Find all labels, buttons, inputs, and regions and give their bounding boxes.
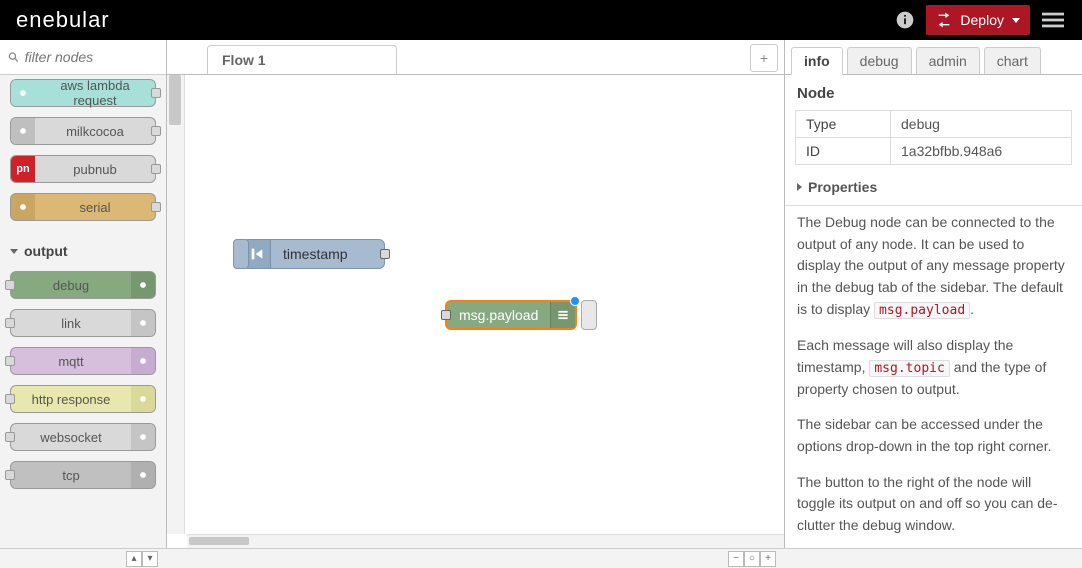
input-port[interactable] <box>441 310 451 320</box>
chevron-down-icon <box>10 249 18 254</box>
inject-button[interactable] <box>233 239 249 269</box>
palette-node-tcp[interactable]: tcp <box>10 461 156 489</box>
deploy-label: Deploy <box>960 12 1004 28</box>
node-type-icon <box>131 424 155 450</box>
status-bar: ▴ ▾ − ○ + <box>0 548 1082 568</box>
input-port[interactable] <box>5 356 15 366</box>
category-label: output <box>24 243 68 259</box>
filter-nodes-input[interactable] <box>25 49 158 65</box>
node-type-icon <box>131 272 155 298</box>
sidebar: infodebugadminchart Node Type debug ID 1… <box>784 40 1082 548</box>
node-label: msg.payload <box>447 307 550 323</box>
type-label: Type <box>796 111 891 138</box>
palette-node-http-response[interactable]: http response <box>10 385 156 413</box>
output-port[interactable] <box>151 202 161 212</box>
node-type-icon <box>131 386 155 412</box>
node-type-icon <box>131 348 155 374</box>
node-info-table: Type debug ID 1a32bfbb.948a6 <box>795 110 1072 165</box>
node-label: websocket <box>11 430 131 445</box>
id-value: 1a32bfbb.948a6 <box>891 138 1072 165</box>
deploy-icon <box>936 12 952 28</box>
node-label: aws lambda request <box>35 78 155 108</box>
palette-node-websocket[interactable]: websocket <box>10 423 156 451</box>
sidebar-tab-debug[interactable]: debug <box>847 47 912 74</box>
palette-toggle-up[interactable]: ▴ <box>126 551 142 567</box>
node-label: pubnub <box>35 162 155 177</box>
tab-flow-1[interactable]: Flow 1 <box>207 45 397 74</box>
table-row: ID 1a32bfbb.948a6 <box>796 138 1072 165</box>
workspace: Flow 1 + timestamp msg.payload <box>167 40 784 548</box>
node-type-icon <box>11 194 35 220</box>
node-label: http response <box>11 392 131 407</box>
properties-toggle[interactable]: Properties <box>785 175 1082 205</box>
node-label: link <box>11 316 131 331</box>
palette-node-debug[interactable]: debug <box>10 271 156 299</box>
node-label: mqtt <box>11 354 131 369</box>
debug-icon <box>550 302 575 328</box>
table-row: Type debug <box>796 111 1072 138</box>
input-port[interactable] <box>5 318 15 328</box>
canvas-v-scrollbar[interactable] <box>167 75 185 534</box>
flow-tabs: Flow 1 + <box>167 40 784 75</box>
input-port[interactable] <box>5 280 15 290</box>
flow-canvas[interactable]: timestamp msg.payload <box>187 75 784 534</box>
node-label: serial <box>35 200 155 215</box>
output-port[interactable] <box>151 88 161 98</box>
node-palette: aws lambda request milkcocoa pnpubnub seria… <box>0 40 167 548</box>
deploy-button[interactable]: Deploy <box>926 5 1030 35</box>
search-icon <box>8 51 19 63</box>
node-type-icon: pn <box>11 156 35 182</box>
debug-toggle-button[interactable] <box>581 300 597 330</box>
canvas-h-scrollbar[interactable] <box>187 534 784 548</box>
add-tab-button[interactable]: + <box>750 44 778 72</box>
sidebar-content[interactable]: Node Type debug ID 1a32bfbb.948a6 Proper… <box>785 75 1082 548</box>
palette-node-milkcocoa[interactable]: milkcocoa <box>10 117 156 145</box>
properties-label: Properties <box>808 179 877 195</box>
node-type-icon <box>11 118 35 144</box>
palette-node-pubnub[interactable]: pnpubnub <box>10 155 156 183</box>
input-port[interactable] <box>5 470 15 480</box>
node-label: milkcocoa <box>35 124 155 139</box>
zoom-reset-button[interactable]: ○ <box>744 551 760 567</box>
zoom-in-button[interactable]: + <box>760 551 776 567</box>
node-label: debug <box>11 278 131 293</box>
input-port[interactable] <box>5 394 15 404</box>
info-node-heading: Node <box>785 75 1082 110</box>
output-port[interactable] <box>151 164 161 174</box>
node-label: tcp <box>11 468 131 483</box>
chevron-down-icon <box>1012 18 1020 23</box>
node-type-icon <box>131 310 155 336</box>
node-debug-msgpayload[interactable]: msg.payload <box>445 300 577 330</box>
sidebar-tabs: infodebugadminchart <box>785 40 1082 75</box>
palette-node-mqtt[interactable]: mqtt <box>10 347 156 375</box>
output-port[interactable] <box>151 126 161 136</box>
palette-category-output[interactable]: output <box>0 235 166 267</box>
palette-scroll[interactable]: aws lambda request milkcocoa pnpubnub seria… <box>0 75 166 548</box>
node-help-text: The Debug node can be connected to the o… <box>785 205 1082 548</box>
input-port[interactable] <box>5 432 15 442</box>
menu-icon[interactable] <box>1042 9 1064 31</box>
node-label: timestamp <box>271 246 360 262</box>
id-label: ID <box>796 138 891 165</box>
palette-toggle-down[interactable]: ▾ <box>142 551 158 567</box>
changed-indicator-icon <box>570 296 580 306</box>
palette-node-link[interactable]: link <box>10 309 156 337</box>
sidebar-tab-chart[interactable]: chart <box>984 47 1041 74</box>
output-port[interactable] <box>380 249 390 259</box>
type-value: debug <box>891 111 1072 138</box>
sidebar-tab-info[interactable]: info <box>791 47 843 75</box>
chevron-right-icon <box>797 183 802 191</box>
info-icon[interactable] <box>894 9 916 31</box>
zoom-out-button[interactable]: − <box>728 551 744 567</box>
palette-node-serial[interactable]: serial <box>10 193 156 221</box>
filter-nodes-box <box>0 40 166 75</box>
node-inject-timestamp[interactable]: timestamp <box>242 239 385 269</box>
palette-node-aws-lambda-request[interactable]: aws lambda request <box>10 79 156 107</box>
node-type-icon <box>11 80 35 106</box>
sidebar-tab-admin[interactable]: admin <box>916 47 980 74</box>
app-logo: enebular <box>16 7 894 33</box>
node-type-icon <box>131 462 155 488</box>
app-header: enebular Deploy <box>0 0 1082 40</box>
